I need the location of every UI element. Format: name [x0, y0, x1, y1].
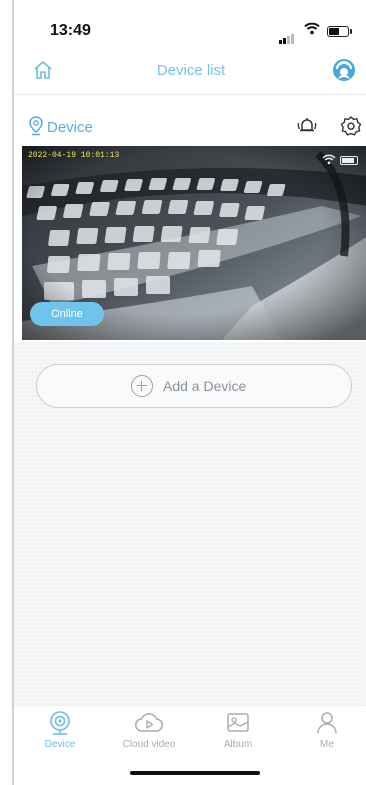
- device-name: Device: [47, 119, 93, 136]
- add-device-label: Add a Device: [163, 378, 247, 394]
- cellular-signal-icon: [279, 26, 295, 44]
- location-pin-icon: [29, 116, 43, 136]
- plus-circle-icon: [131, 375, 153, 397]
- alarm-bell-icon[interactable]: [296, 115, 318, 137]
- gear-icon[interactable]: [340, 115, 362, 137]
- app-frame: 13:49 Device list Device 2022-04-19 10:0…: [12, 0, 366, 785]
- tab-device-label: Device: [44, 739, 76, 750]
- nav-bar: Device list: [14, 48, 366, 95]
- user-avatar-icon[interactable]: [332, 58, 356, 82]
- person-icon: [317, 712, 337, 734]
- cloud-play-icon: [135, 713, 163, 732]
- status-time: 13:49: [50, 22, 91, 39]
- battery-icon: [327, 26, 352, 37]
- status-bar: 13:49: [14, 0, 366, 48]
- add-device-button[interactable]: Add a Device: [36, 364, 352, 408]
- device-camera-icon: [50, 711, 70, 735]
- home-indicator: [130, 771, 260, 775]
- video-timestamp: 2022-04-19 10:01:13: [28, 151, 120, 160]
- tab-me-label: Me: [320, 739, 334, 750]
- tab-cloud-video[interactable]: Cloud video: [114, 710, 184, 762]
- album-image-icon: [227, 713, 249, 732]
- camera-wifi-icon: [322, 154, 336, 165]
- device-header: Device: [14, 112, 366, 142]
- tab-album[interactable]: Album: [203, 710, 273, 762]
- tab-device[interactable]: Device: [25, 710, 95, 762]
- camera-battery-icon: [340, 156, 358, 165]
- page-title: Device list: [156, 62, 226, 79]
- status-badge: Online: [30, 302, 104, 326]
- tab-album-label: Album: [223, 739, 253, 750]
- wifi-icon: [304, 22, 320, 40]
- camera-preview[interactable]: 2022-04-19 10:01:13 Online: [22, 146, 366, 340]
- tab-cloud-video-label: Cloud video: [122, 739, 176, 750]
- tab-me[interactable]: Me: [292, 710, 362, 762]
